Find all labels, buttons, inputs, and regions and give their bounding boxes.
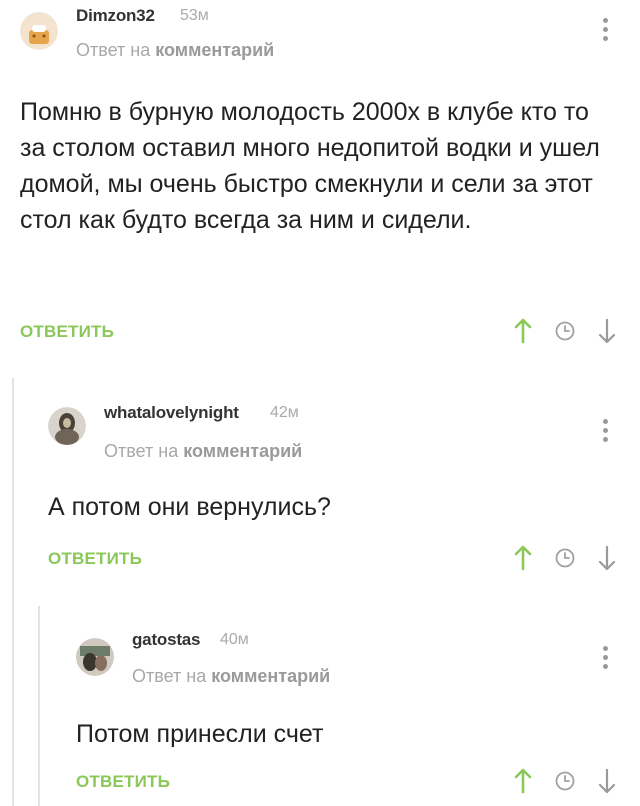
avatar-image <box>20 12 58 50</box>
comment-3: gatostas 40м Ответ на комментарий Потом … <box>0 612 640 806</box>
clock-icon[interactable] <box>554 768 576 794</box>
username[interactable]: whatalovelynight <box>104 403 239 423</box>
reply-to-label[interactable]: Ответ на комментарий <box>76 40 274 61</box>
upvote-arrow-icon[interactable] <box>514 545 532 571</box>
vote-actions <box>514 545 624 571</box>
downvote-arrow-icon[interactable] <box>598 318 616 344</box>
upvote-arrow-icon[interactable] <box>514 318 532 344</box>
comment-text: Помню в бурную молодость 2000х в клубе к… <box>20 98 600 234</box>
downvote-arrow-icon[interactable] <box>598 768 616 794</box>
avatar[interactable] <box>48 407 86 445</box>
comment-time: 53м <box>180 7 209 24</box>
downvote-arrow-icon[interactable] <box>598 545 616 571</box>
avatar-image <box>76 638 114 676</box>
reply-to-label[interactable]: Ответ на комментарий <box>132 666 330 687</box>
reply-button[interactable]: ОТВЕТИТЬ <box>20 322 114 342</box>
avatar-image <box>48 407 86 445</box>
reply-button[interactable]: ОТВЕТИТЬ <box>76 772 170 792</box>
reply-to-label[interactable]: Ответ на комментарий <box>104 441 302 462</box>
reply-button[interactable]: ОТВЕТИТЬ <box>48 549 142 569</box>
reply-to-target-link[interactable]: комментарий <box>183 441 302 461</box>
reply-to-target-link[interactable]: комментарий <box>211 666 330 686</box>
clock-icon[interactable] <box>554 318 576 344</box>
avatar[interactable] <box>20 12 58 50</box>
username[interactable]: gatostas <box>132 630 201 650</box>
vote-actions <box>514 318 624 344</box>
clock-icon[interactable] <box>554 545 576 571</box>
reply-to-target-link[interactable]: комментарий <box>155 40 274 60</box>
upvote-arrow-icon[interactable] <box>514 768 532 794</box>
comment-text: А потом они вернулись? <box>48 493 331 521</box>
reply-to-prefix: Ответ на <box>76 40 151 60</box>
vote-actions <box>514 768 624 794</box>
avatar[interactable] <box>76 638 114 676</box>
reply-to-prefix: Ответ на <box>104 441 179 461</box>
reply-to-prefix: Ответ на <box>132 666 207 686</box>
comment-text: Потом принесли счет <box>76 720 324 748</box>
comment-1: Dimzon32 53м Ответ на комментарий Помню … <box>0 0 640 360</box>
more-vertical-icon[interactable] <box>603 646 609 673</box>
more-vertical-icon[interactable] <box>603 18 609 45</box>
comment-2: whatalovelynight 42м Ответ на комментари… <box>0 385 640 585</box>
more-vertical-icon[interactable] <box>603 419 609 446</box>
username[interactable]: Dimzon32 <box>76 6 155 26</box>
comment-time: 40м <box>220 631 249 648</box>
comment-time: 42м <box>270 404 299 421</box>
